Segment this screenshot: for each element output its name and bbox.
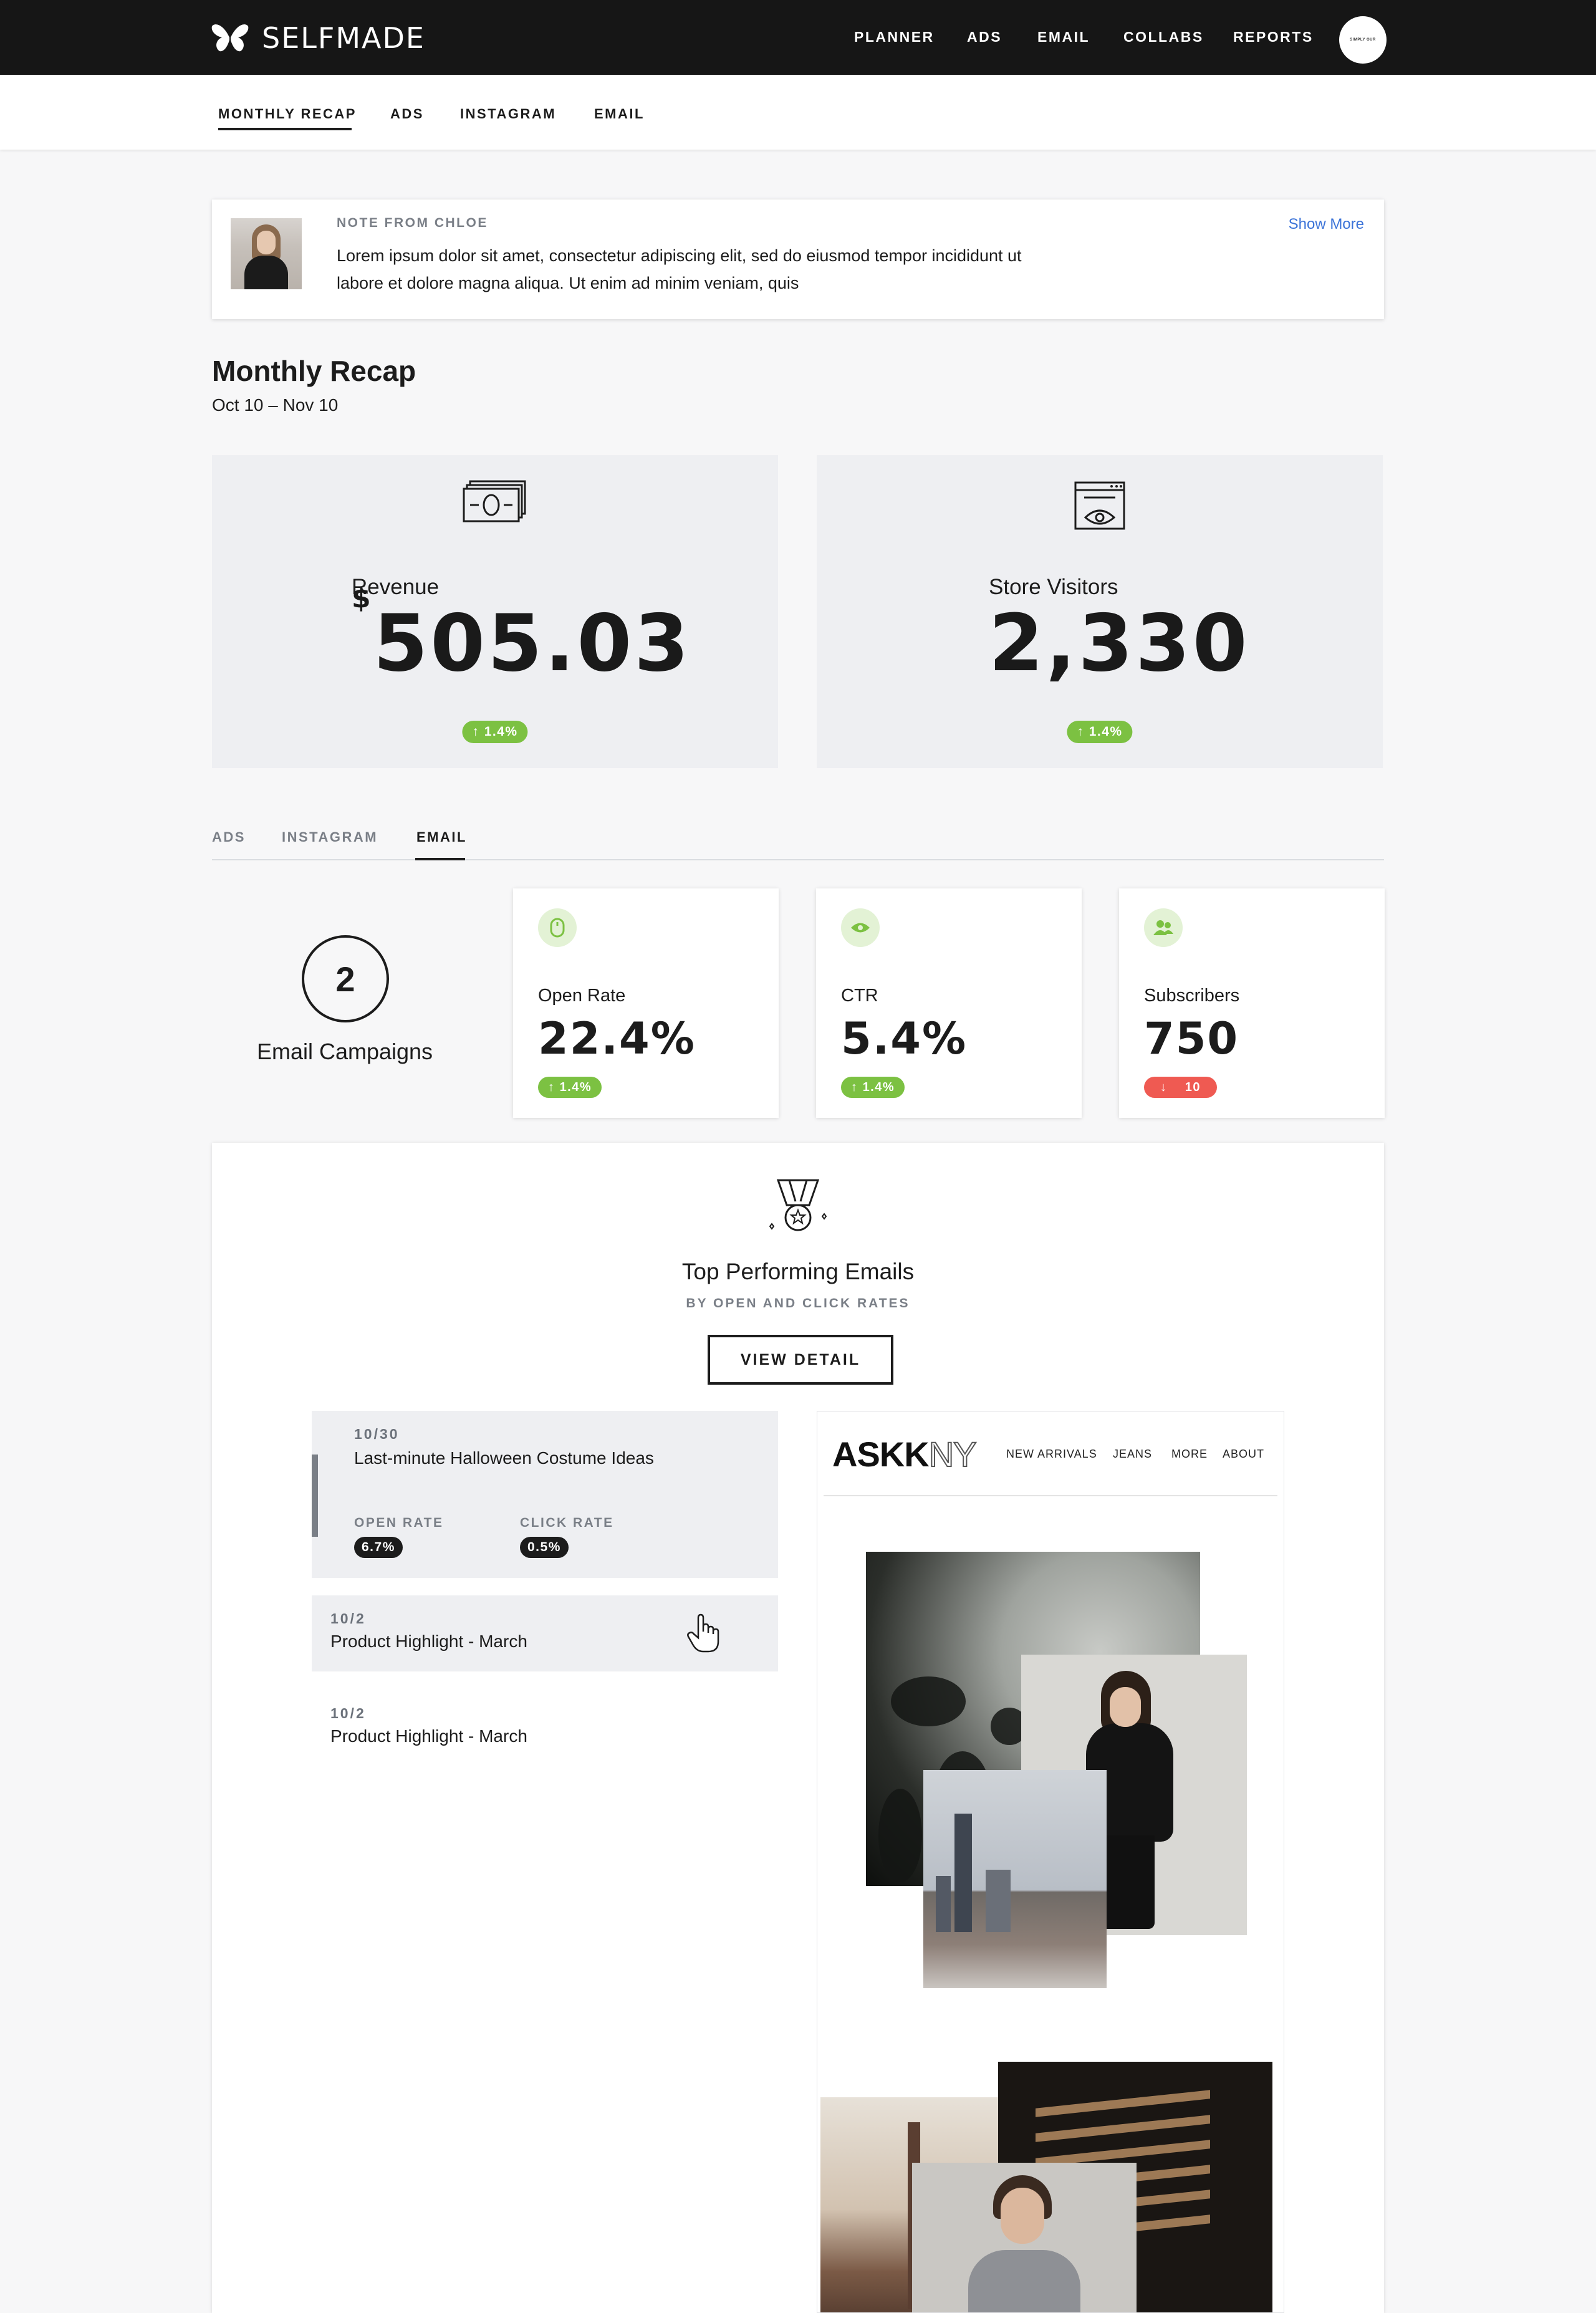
page-title: Monthly Recap (212, 355, 416, 387)
preview-logo-main: ASKK (832, 1435, 930, 1474)
tab-email[interactable]: EMAIL (416, 829, 467, 845)
arrow-down-icon: ↓ (1160, 1080, 1185, 1094)
subnav-email[interactable]: EMAIL (594, 106, 645, 122)
email-date: 10/30 (354, 1426, 400, 1442)
email-list-item[interactable]: 10/2 Product Highlight - March (312, 1690, 778, 1766)
nav-ads[interactable]: ADS (967, 29, 1002, 46)
top-emails-title: Top Performing Emails (681, 1259, 915, 1284)
campaign-count-label: Email Campaigns (256, 1039, 433, 1064)
arrow-up-icon: ↑ (1077, 724, 1089, 739)
subscribers-card: Subscribers 750 ↓ 10 (1119, 888, 1385, 1118)
campaign-count: 2 (302, 935, 389, 1022)
preview-nav-jeans: JEANS (1113, 1448, 1153, 1460)
subnav-active-indicator (218, 128, 352, 130)
tab-instagram[interactable]: INSTAGRAM (282, 829, 378, 845)
subnav-monthly-recap[interactable]: MONTHLY RECAP (218, 106, 357, 122)
metric-value: 750 (1144, 1013, 1239, 1064)
mouse-icon (538, 908, 577, 947)
browser-eye-icon (1074, 481, 1125, 530)
arrow-up-icon: ↑ (851, 1080, 863, 1094)
arrow-up-icon: ↑ (472, 724, 484, 739)
chloe-avatar (231, 218, 302, 289)
open-rate-label: OPEN RATE (354, 1516, 444, 1530)
metric-label: Open Rate (538, 986, 626, 1006)
top-emails-subtitle: BY OPEN AND CLICK RATES (686, 1296, 910, 1310)
tab-active-indicator (415, 858, 465, 860)
show-more-link[interactable]: Show More (1289, 216, 1364, 233)
click-rate-label: CLICK RATE (520, 1516, 614, 1530)
account-avatar[interactable]: SIMPLY OUR (1339, 16, 1387, 64)
email-list-item[interactable]: 10/30 Last-minute Halloween Costume Idea… (312, 1411, 778, 1578)
click-rate-badge: 0.5% (520, 1537, 569, 1558)
open-rate-card: Open Rate 22.4% ↑ 1.4% (513, 888, 779, 1118)
email-name: Product Highlight - March (330, 1632, 527, 1651)
butterfly-icon (211, 24, 249, 52)
metric-change-badge: ↑ 1.4% (538, 1077, 602, 1098)
report-subnav: MONTHLY RECAP ADS INSTAGRAM EMAIL (0, 75, 1596, 150)
metric-change-badge: ↓ 10 (1144, 1077, 1217, 1098)
preview-nav-new-arrivals: NEW ARRIVALS (1006, 1448, 1097, 1460)
visitors-change: 1.4% (1089, 724, 1123, 739)
revenue-change-badge: ↑ 1.4% (462, 721, 528, 743)
users-icon (1144, 908, 1183, 947)
city-skyline-photo (923, 1770, 1107, 1988)
medal-icon (769, 1179, 827, 1231)
arrow-up-icon: ↑ (548, 1080, 560, 1094)
metric-change: 10 (1185, 1080, 1201, 1094)
email-name: Product Highlight - March (330, 1726, 527, 1746)
top-navigation-bar: SELFMADE PLANNER ADS EMAIL COLLABS REPOR… (0, 0, 1596, 75)
brand-name: SELFMADE (262, 21, 425, 55)
nav-collabs[interactable]: COLLABS (1123, 29, 1204, 46)
view-detail-button[interactable]: VIEW DETAIL (708, 1335, 893, 1385)
model-hoodie-photo (912, 2163, 1137, 2312)
metric-change: 1.4% (559, 1080, 592, 1094)
top-emails-panel: Top Performing Emails BY OPEN AND CLICK … (212, 1143, 1384, 2313)
subnav-instagram[interactable]: INSTAGRAM (460, 106, 556, 122)
revenue-value: $505.03 (352, 582, 691, 689)
email-date: 10/2 (330, 1610, 366, 1627)
note-label: NOTE FROM CHLOE (337, 216, 488, 230)
preview-brand-logo: ASKKNY (832, 1434, 978, 1474)
avatar-text: SIMPLY OUR (1350, 38, 1376, 42)
revenue-change: 1.4% (484, 724, 518, 739)
tab-ads[interactable]: ADS (212, 829, 246, 845)
visitors-value: 2,330 (989, 597, 1250, 689)
eye-icon (841, 908, 880, 947)
date-range: Oct 10 – Nov 10 (212, 395, 339, 415)
preview-logo-suffix: NY (928, 1434, 978, 1474)
selected-indicator (312, 1455, 318, 1537)
subnav-ads[interactable]: ADS (390, 106, 424, 122)
open-rate-badge: 6.7% (354, 1537, 403, 1558)
ctr-card: CTR 5.4% ↑ 1.4% (816, 888, 1082, 1118)
preview-nav-more: MORE (1171, 1448, 1208, 1460)
tabs-divider (212, 859, 1384, 860)
visitors-label: Store Visitors (989, 575, 1118, 599)
note-text: Lorem ipsum dolor sit amet, consectetur … (337, 246, 1022, 292)
revenue-amount: 505.03 (373, 597, 691, 689)
note-card: NOTE FROM CHLOE Lorem ipsum dolor sit am… (212, 200, 1384, 319)
nav-email[interactable]: EMAIL (1037, 29, 1090, 46)
brand-logo[interactable]: SELFMADE (211, 21, 425, 55)
visitors-change-badge: ↑ 1.4% (1067, 721, 1133, 743)
metric-label: CTR (841, 986, 878, 1006)
revenue-card: Revenue $505.03 ↑ 1.4% (212, 455, 778, 768)
metric-label: Subscribers (1144, 986, 1240, 1006)
money-icon (463, 480, 526, 522)
metric-value: 22.4% (538, 1013, 696, 1064)
metric-change: 1.4% (862, 1080, 895, 1094)
preview-nav-about: ABOUT (1223, 1448, 1265, 1460)
email-preview[interactable]: ASKKNY NEW ARRIVALS JEANS MORE ABOUT (817, 1411, 1284, 2313)
preview-divider (824, 1495, 1277, 1496)
hand-cursor-icon (687, 1613, 719, 1653)
email-list-item[interactable]: 10/2 Product Highlight - March (312, 1595, 778, 1671)
nav-reports[interactable]: REPORTS (1233, 29, 1314, 46)
visitors-card: Store Visitors 2,330 ↑ 1.4% (817, 455, 1383, 768)
email-name: Last-minute Halloween Costume Ideas (354, 1448, 654, 1468)
email-date: 10/2 (330, 1705, 366, 1721)
metric-value: 5.4% (841, 1013, 968, 1064)
nav-planner[interactable]: PLANNER (854, 29, 935, 46)
currency-symbol: $ (352, 582, 373, 614)
metric-change-badge: ↑ 1.4% (841, 1077, 905, 1098)
